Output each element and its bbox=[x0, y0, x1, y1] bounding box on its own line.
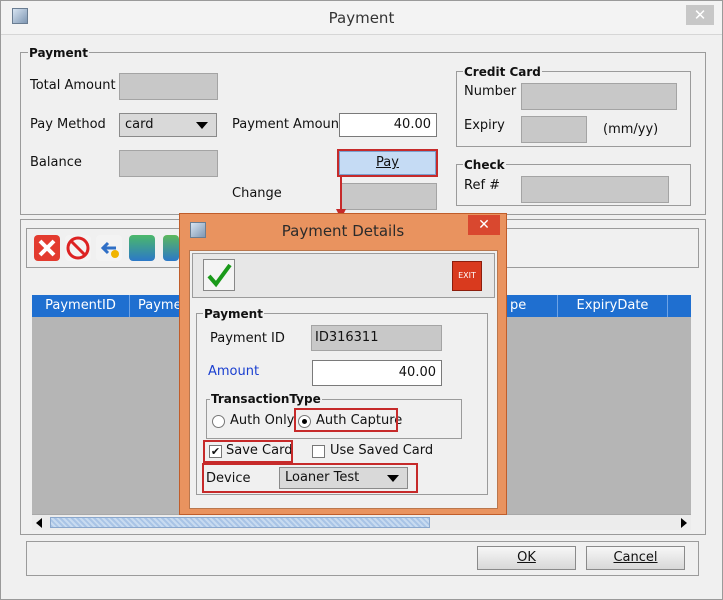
amount-input[interactable]: 40.00 bbox=[312, 360, 442, 386]
change-field bbox=[341, 183, 437, 210]
dialog-toolbar bbox=[192, 253, 495, 298]
dialog-title: Payment Details bbox=[281, 222, 405, 240]
scroll-left-icon[interactable] bbox=[36, 518, 42, 528]
balance-label: Balance bbox=[30, 155, 82, 170]
column-header-paymentid[interactable]: PaymentID bbox=[32, 295, 130, 317]
exit-icon-label: EXIT bbox=[458, 271, 476, 280]
device-highlight bbox=[202, 463, 418, 493]
window-title: Payment bbox=[328, 9, 395, 27]
scroll-right-icon[interactable] bbox=[681, 518, 687, 528]
balance-field bbox=[119, 150, 218, 177]
chevron-down-icon bbox=[196, 122, 208, 129]
undo-icon[interactable] bbox=[96, 235, 122, 261]
exit-button[interactable]: EXIT bbox=[452, 261, 482, 291]
delete-icon[interactable] bbox=[34, 235, 60, 261]
save-card-highlight bbox=[203, 440, 293, 463]
scroll-thumb[interactable] bbox=[50, 517, 430, 528]
checkmark-icon bbox=[207, 263, 232, 288]
payment-amount-input[interactable]: 40.00 bbox=[339, 113, 437, 137]
dialog-body: EXIT Payment Payment ID ID316311 Amount … bbox=[189, 250, 498, 509]
payment-id-label: Payment ID bbox=[210, 331, 285, 346]
pay-highlight bbox=[337, 149, 438, 177]
money-icon[interactable] bbox=[163, 235, 179, 261]
horizontal-scrollbar[interactable] bbox=[32, 514, 691, 530]
ref-label: Ref # bbox=[464, 178, 501, 193]
use-saved-card-checkbox[interactable] bbox=[312, 445, 325, 458]
pay-method-select[interactable]: card bbox=[119, 113, 217, 137]
ref-field bbox=[521, 176, 669, 203]
payment-window: Payment ✕ Payment Total Amount Pay Metho… bbox=[0, 0, 723, 600]
check-title: Check bbox=[463, 158, 506, 172]
title-bar: Payment ✕ bbox=[1, 1, 722, 35]
card-number-field bbox=[521, 83, 677, 110]
auth-capture-highlight bbox=[294, 408, 398, 432]
total-amount-label: Total Amount bbox=[30, 78, 116, 93]
auth-only-radio[interactable] bbox=[212, 415, 225, 428]
payment-amount-label: Payment Amount bbox=[232, 117, 345, 132]
pay-method-value: card bbox=[125, 117, 154, 132]
dialog-close-icon[interactable]: ✕ bbox=[468, 215, 500, 235]
cancel-button[interactable]: Cancel bbox=[586, 546, 685, 570]
close-icon[interactable]: ✕ bbox=[686, 5, 714, 25]
payment-group-title: Payment bbox=[28, 46, 89, 60]
card-number-label: Number bbox=[464, 84, 517, 99]
expiry-hint: (mm/yy) bbox=[603, 122, 659, 137]
expiry-field bbox=[521, 116, 587, 143]
amount-label: Amount bbox=[208, 364, 260, 379]
transaction-type-title: TransactionType bbox=[210, 392, 322, 406]
payment-id-field: ID316311 bbox=[311, 325, 442, 351]
payment-details-dialog: Payment Details ✕ EXIT Payment Payment I… bbox=[179, 213, 507, 515]
credit-card-title: Credit Card bbox=[463, 65, 542, 79]
dialog-payment-title: Payment bbox=[203, 307, 264, 321]
total-amount-field bbox=[119, 73, 218, 100]
column-header-expirydate[interactable]: ExpiryDate bbox=[558, 295, 668, 317]
cancel-icon[interactable] bbox=[65, 235, 91, 261]
auth-only-label: Auth Only bbox=[230, 413, 295, 428]
column-header-type[interactable]: pe bbox=[502, 295, 558, 317]
change-label: Change bbox=[232, 186, 282, 201]
use-saved-card-label: Use Saved Card bbox=[330, 443, 434, 458]
calculator-icon[interactable] bbox=[129, 235, 155, 261]
expiry-label: Expiry bbox=[464, 118, 505, 133]
ok-button[interactable]: OK bbox=[477, 546, 576, 570]
confirm-button[interactable] bbox=[203, 259, 235, 291]
pay-method-label: Pay Method bbox=[30, 117, 106, 132]
